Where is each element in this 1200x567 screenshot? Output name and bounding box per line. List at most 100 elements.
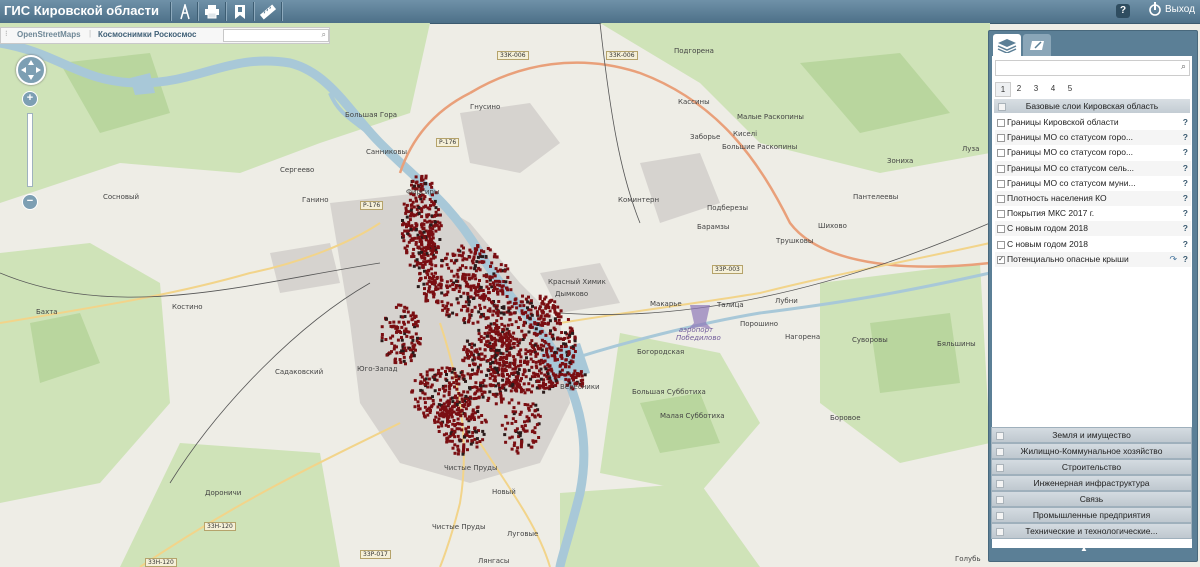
layer-group-header[interactable]: Строительство — [991, 459, 1192, 475]
hazard-roof-marker[interactable] — [505, 295, 509, 298]
hazard-roof-marker[interactable] — [451, 252, 455, 256]
hazard-roof-marker[interactable] — [542, 354, 546, 357]
hazard-roof-marker[interactable] — [439, 283, 443, 287]
hazard-roof-marker[interactable] — [501, 364, 505, 368]
hazard-roof-marker[interactable] — [469, 295, 473, 299]
hazard-roof-marker[interactable] — [436, 405, 440, 409]
hazard-roof-marker[interactable] — [456, 301, 460, 305]
hazard-roof-marker[interactable] — [478, 268, 482, 272]
refresh-icon[interactable]: ↷ — [1169, 252, 1177, 267]
hazard-roof-marker[interactable] — [466, 448, 469, 452]
hazard-roof-marker[interactable] — [571, 331, 575, 335]
hazard-roof-marker[interactable] — [542, 383, 546, 387]
hazard-roof-marker[interactable] — [490, 355, 494, 359]
hazard-roof-marker[interactable] — [401, 219, 404, 222]
hazard-roof-marker[interactable] — [445, 284, 449, 288]
hazard-roof-marker[interactable] — [422, 230, 426, 234]
hazard-roof-marker[interactable] — [437, 417, 441, 421]
hazard-roof-marker[interactable] — [502, 312, 506, 316]
hazard-roof-marker[interactable] — [505, 356, 509, 359]
hazard-roof-marker[interactable] — [505, 364, 509, 368]
hazard-roof-marker[interactable] — [530, 445, 534, 449]
hazard-roof-marker[interactable] — [560, 356, 564, 360]
hazard-roof-marker[interactable] — [500, 423, 504, 427]
hazard-roof-marker[interactable] — [524, 375, 528, 379]
hazard-roof-marker[interactable] — [464, 427, 468, 431]
layer-checkbox[interactable] — [997, 210, 1005, 219]
hazard-roof-marker[interactable] — [465, 433, 469, 437]
hazard-roof-marker[interactable] — [414, 175, 418, 179]
hazard-roof-marker[interactable] — [422, 260, 426, 264]
hazard-roof-marker[interactable] — [564, 377, 568, 381]
hazard-roof-marker[interactable] — [500, 369, 504, 373]
hazard-roof-marker[interactable] — [414, 228, 418, 231]
hazard-roof-marker[interactable] — [553, 300, 557, 304]
hazard-roof-marker[interactable] — [421, 391, 425, 395]
hazard-roof-marker[interactable] — [506, 421, 510, 425]
hazard-roof-marker[interactable] — [412, 264, 416, 268]
hazard-roof-marker[interactable] — [500, 322, 504, 326]
hazard-roof-marker[interactable] — [516, 343, 520, 347]
hazard-roof-marker[interactable] — [492, 255, 496, 259]
hazard-roof-marker[interactable] — [469, 350, 473, 354]
hazard-roof-marker[interactable] — [394, 357, 397, 361]
hazard-roof-marker[interactable] — [497, 300, 501, 303]
hazard-roof-marker[interactable] — [500, 338, 504, 342]
hazard-roof-marker[interactable] — [460, 422, 464, 426]
hazard-roof-marker[interactable] — [452, 419, 456, 422]
hazard-roof-marker[interactable] — [429, 405, 433, 409]
hazard-roof-marker[interactable] — [516, 364, 520, 368]
hazard-roof-marker[interactable] — [412, 247, 416, 251]
hazard-roof-marker[interactable] — [432, 275, 436, 278]
hazard-roof-marker[interactable] — [510, 323, 514, 327]
hazard-roof-marker[interactable] — [496, 269, 500, 273]
hazard-roof-marker[interactable] — [477, 332, 481, 336]
hazard-roof-marker[interactable] — [410, 341, 414, 345]
hazard-roof-marker[interactable] — [489, 345, 493, 348]
hazard-roof-marker[interactable] — [466, 291, 470, 295]
hazard-roof-marker[interactable] — [515, 384, 519, 388]
hazard-roof-marker[interactable] — [446, 290, 450, 294]
hazard-roof-marker[interactable] — [411, 200, 415, 204]
hazard-roof-marker[interactable] — [560, 368, 564, 372]
hazard-roof-marker[interactable] — [539, 377, 543, 381]
hazard-roof-marker[interactable] — [419, 373, 423, 377]
hazard-roof-marker[interactable] — [402, 322, 406, 326]
layer-row[interactable]: Границы МО со статусом горо...? — [995, 145, 1191, 161]
hazard-roof-marker[interactable] — [427, 377, 431, 381]
hazard-roof-marker[interactable] — [438, 238, 442, 241]
hazard-roof-marker[interactable] — [488, 390, 492, 394]
hazard-roof-marker[interactable] — [414, 224, 418, 228]
hazard-roof-marker[interactable] — [440, 366, 444, 370]
hazard-roof-marker[interactable] — [492, 370, 496, 374]
hazard-roof-marker[interactable] — [477, 352, 481, 356]
hazard-roof-marker[interactable] — [544, 333, 548, 337]
hazard-roof-marker[interactable] — [444, 423, 448, 427]
hazard-roof-marker[interactable] — [513, 367, 517, 371]
hazard-roof-marker[interactable] — [483, 343, 487, 347]
hazard-roof-marker[interactable] — [413, 379, 417, 383]
hazard-roof-marker[interactable] — [450, 415, 454, 419]
hazard-roof-marker[interactable] — [420, 222, 424, 226]
hazard-roof-marker[interactable] — [472, 286, 476, 289]
hazard-roof-marker[interactable] — [405, 215, 409, 219]
hazard-roof-marker[interactable] — [500, 386, 504, 390]
hazard-roof-marker[interactable] — [564, 331, 567, 335]
layer-help-button[interactable]: ? — [1183, 145, 1188, 160]
hazard-roof-marker[interactable] — [412, 205, 416, 209]
hazard-roof-marker[interactable] — [441, 411, 444, 415]
layer-checkbox[interactable] — [997, 225, 1005, 234]
hazard-roof-marker[interactable] — [457, 406, 460, 410]
hazard-roof-marker[interactable] — [541, 361, 545, 365]
hazard-roof-marker[interactable] — [467, 356, 470, 360]
hazard-roof-marker[interactable] — [481, 395, 485, 399]
hazard-roof-marker[interactable] — [535, 312, 539, 316]
hazard-roof-marker[interactable] — [479, 370, 483, 374]
hazard-roof-marker[interactable] — [523, 424, 527, 428]
hazard-roof-marker[interactable] — [527, 382, 531, 386]
hazard-roof-marker[interactable] — [428, 368, 432, 372]
hazard-roof-marker[interactable] — [470, 413, 474, 417]
hazard-roof-marker[interactable] — [510, 447, 514, 451]
hazard-roof-marker[interactable] — [529, 377, 533, 381]
hazard-roof-marker[interactable] — [424, 299, 428, 303]
